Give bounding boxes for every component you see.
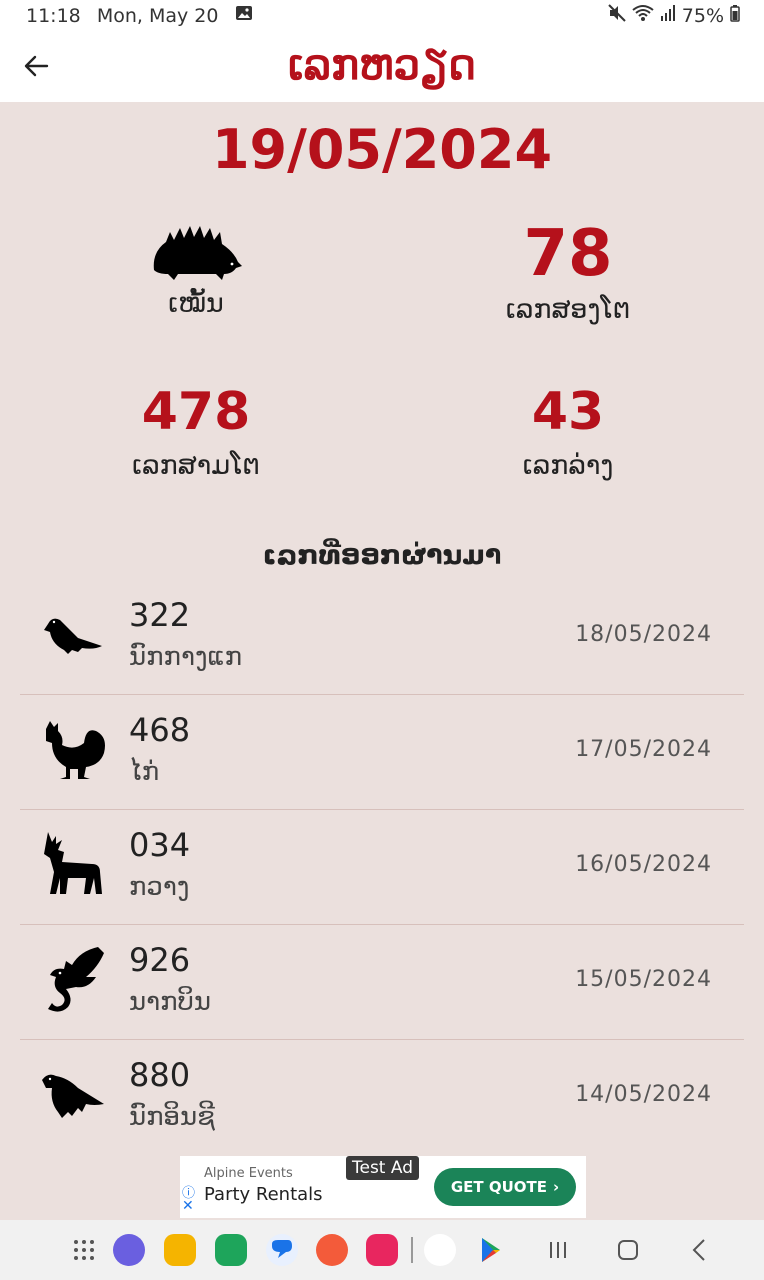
eagle-icon	[38, 1058, 110, 1130]
two-digit-label: ເລກສອງໂຕ	[505, 294, 631, 325]
hedgehog-icon	[46, 222, 346, 286]
get-quote-button[interactable]: GET QUOTE ›	[434, 1168, 576, 1206]
pigeon-icon	[38, 598, 110, 670]
history-date: 14/05/2024	[575, 1082, 712, 1107]
history-number: 034	[129, 826, 191, 864]
history-date: 17/05/2024	[575, 737, 712, 762]
gallery-notification-icon	[235, 5, 253, 27]
ad-banner[interactable]: ⓘ ✕ Alpine Events Party Rentals Test Ad …	[180, 1156, 586, 1218]
history-animal: ນົກອິນຊີ	[129, 1102, 215, 1132]
app-title: ເລກຫວຽດ	[287, 40, 477, 89]
recent-apps-icon[interactable]	[542, 1234, 574, 1266]
history-title: ເລກທີ່ອອກຜ່ານມາ	[262, 540, 502, 571]
files-app-icon[interactable]	[164, 1234, 196, 1266]
history-row[interactable]: 322 ນົກກາງແກ 18/05/2024	[20, 580, 744, 695]
history-animal: ໄກ່	[129, 757, 160, 787]
lower-number-label: ເລກລ່າງ	[522, 450, 614, 481]
ad-headline: Party Rentals	[204, 1184, 323, 1205]
lottery-app-icon[interactable]	[424, 1234, 456, 1266]
wifi-icon	[632, 4, 654, 27]
history-animal: ນາກບິນ	[129, 987, 211, 1017]
status-date: Mon, May 20	[96, 5, 219, 27]
signal-icon	[660, 4, 676, 27]
history-row[interactable]: 468 ໄກ່ 17/05/2024	[20, 695, 744, 810]
three-digit-number: 478	[141, 382, 251, 442]
ad-close-icon[interactable]: ✕	[182, 1198, 194, 1214]
history-animal: ກວາງ	[129, 872, 190, 902]
messages-app-icon[interactable]	[266, 1234, 298, 1266]
history-row[interactable]: 926 ນາກບິນ 15/05/2024	[20, 925, 744, 1040]
history-date: 18/05/2024	[575, 622, 712, 647]
history-number: 880	[129, 1056, 191, 1094]
chevron-right-icon: ›	[553, 1178, 560, 1196]
dock-divider	[411, 1237, 413, 1263]
ad-brand: Alpine Events	[204, 1166, 293, 1181]
three-digit-label: ເລກສາມໂຕ	[132, 450, 260, 481]
lower-number: 43	[531, 382, 605, 442]
system-back-icon[interactable]	[684, 1234, 716, 1266]
test-ad-badge: Test Ad	[346, 1156, 420, 1180]
get-quote-label: GET QUOTE	[450, 1178, 547, 1196]
battery-icon	[730, 4, 740, 27]
system-nav-bar	[0, 1220, 764, 1280]
deer-icon	[38, 828, 110, 900]
status-bar: 11:18 Mon, May 20 75%	[0, 0, 764, 32]
history-date: 16/05/2024	[575, 852, 712, 877]
internet-app-icon[interactable]	[113, 1234, 145, 1266]
history-number: 468	[129, 711, 191, 749]
history-row[interactable]: 034 ກວາງ 16/05/2024	[20, 810, 744, 925]
history-animal: ນົກກາງແກ	[129, 642, 243, 672]
dragon-icon	[38, 943, 110, 1015]
mute-icon	[608, 4, 626, 27]
camera-app-icon[interactable]	[366, 1234, 398, 1266]
play-store-icon[interactable]	[475, 1234, 507, 1266]
history-number: 926	[129, 941, 191, 979]
rooster-icon	[38, 713, 110, 785]
animal-name: ເໝັ້ນ	[168, 288, 224, 319]
two-digit-number: 78	[523, 217, 613, 291]
status-time: 11:18	[26, 5, 81, 27]
history-list: 322 ນົກກາງແກ 18/05/2024 468 ໄກ່ 17/05/20…	[20, 580, 744, 1154]
three-digit-cell: 478 ເລກສາມໂຕ	[46, 376, 346, 484]
app-bar: ເລກຫວຽດ	[0, 32, 764, 102]
lower-number-cell: 43 ເລກລ່າງ	[418, 376, 718, 484]
history-date: 15/05/2024	[575, 967, 712, 992]
phone-app-icon[interactable]	[215, 1234, 247, 1266]
animal-cell: ເໝັ້ນ	[46, 222, 346, 322]
history-row[interactable]: 880 ນົກອິນຊີ 14/05/2024	[20, 1040, 744, 1154]
app-drawer-icon[interactable]	[68, 1234, 100, 1266]
battery-percent: 75%	[681, 4, 724, 27]
home-icon[interactable]	[612, 1234, 644, 1266]
history-number: 322	[129, 596, 191, 634]
two-digit-cell: 78 ເລກສອງໂຕ	[418, 218, 718, 328]
contacts-app-icon[interactable]	[316, 1234, 348, 1266]
draw-date: 19/05/2024	[211, 118, 553, 181]
